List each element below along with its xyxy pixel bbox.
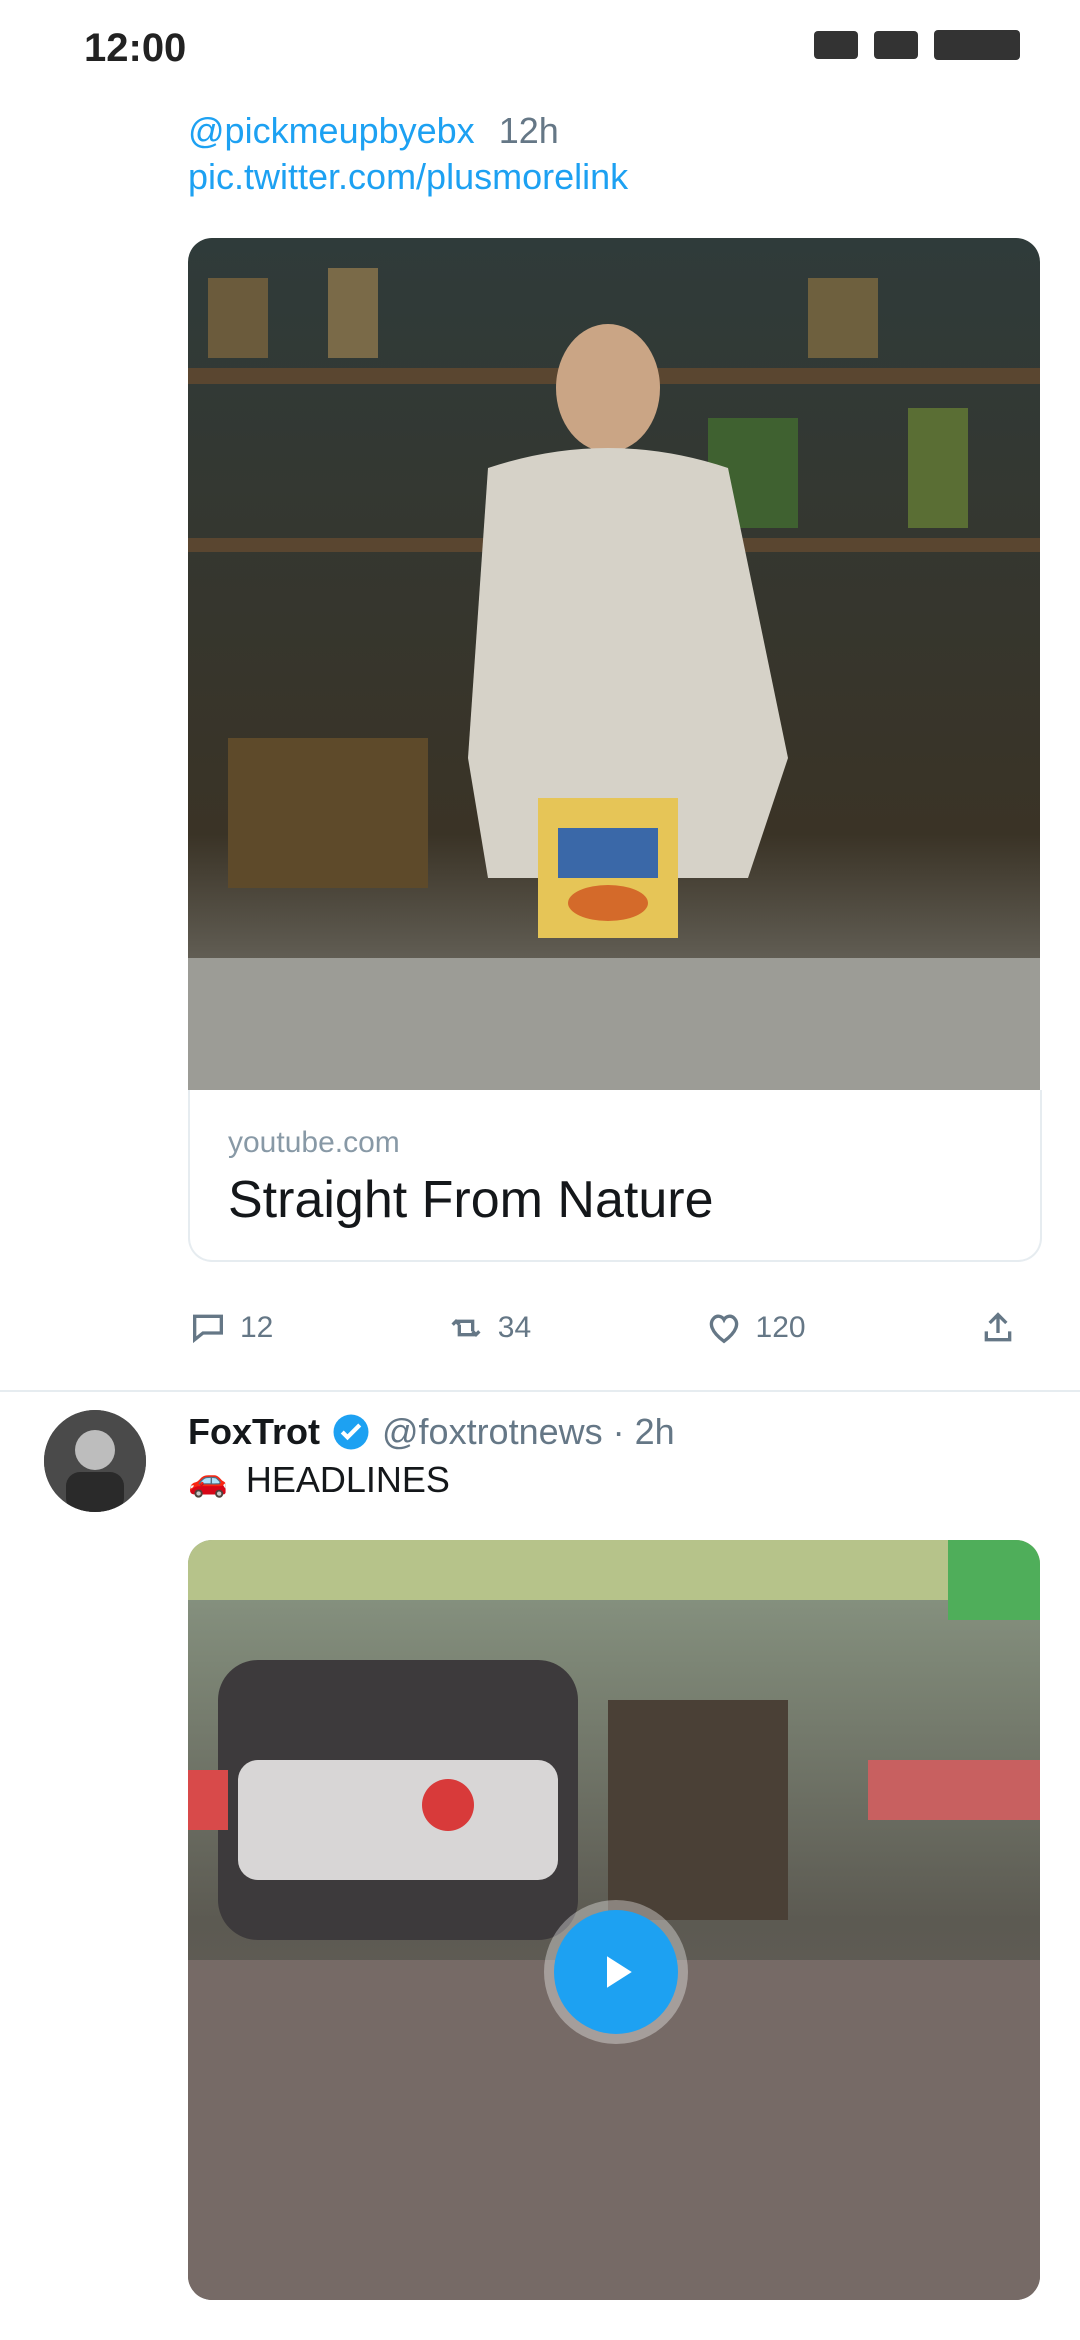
retweet-button[interactable]: 34 xyxy=(446,1308,531,1348)
card-title: Straight From Nature xyxy=(228,1171,714,1229)
tweet1-actions: 12 34 120 xyxy=(188,1300,1018,1356)
tweet1-link-card[interactable]: youtube.com Straight From Nature xyxy=(188,1090,1042,1262)
like-count: 120 xyxy=(755,1311,806,1344)
tweet2-emoji: 🚗 xyxy=(188,1462,228,1498)
tweet1-handle[interactable]: @pickmeupbyebx xyxy=(188,110,475,151)
tweet1-time: 12h xyxy=(498,110,559,151)
tweet2-separator: · xyxy=(612,1411,625,1452)
reply-icon xyxy=(193,1314,223,1344)
tweet2-handle[interactable]: @foxtrotnews xyxy=(382,1408,603,1456)
tweet2-header: FoxTrot @foxtrotnews · 2h 🚗 HEADLINES xyxy=(188,1408,1048,1504)
tweet2-time: 2h xyxy=(634,1411,675,1452)
reply-count: 12 xyxy=(240,1311,274,1344)
tweet2-text: HEADLINES xyxy=(245,1459,450,1500)
tweet1-header: @pickmeupbyebx 12h pic.twitter.com/plusm… xyxy=(188,108,1048,200)
play-icon xyxy=(607,1956,632,1988)
chef-photo xyxy=(188,238,1040,1090)
wifi-icon xyxy=(874,31,918,59)
card-domain: youtube.com xyxy=(228,1126,400,1159)
battery-icon xyxy=(934,30,1020,60)
verified-icon xyxy=(333,1414,369,1450)
tweet2-name[interactable]: FoxTrot xyxy=(188,1408,320,1456)
reply-button[interactable]: 12 xyxy=(188,1308,273,1348)
tweet1-media[interactable] xyxy=(188,238,1040,1090)
share-button[interactable] xyxy=(978,1308,1018,1348)
tweet1-meta: @pickmeupbyebx 12h xyxy=(188,108,1048,154)
like-icon xyxy=(709,1314,738,1344)
avatar-image xyxy=(44,1410,146,1512)
tweet2-video[interactable] xyxy=(188,1540,1040,2300)
play-button[interactable] xyxy=(554,1910,678,2034)
tweet-divider xyxy=(0,1390,1080,1392)
retweet-count: 34 xyxy=(497,1311,532,1344)
signal-icon xyxy=(814,31,858,59)
tweet1-link[interactable]: pic.twitter.com/plusmorelink xyxy=(188,154,1048,200)
tweet2-body: 🚗 HEADLINES xyxy=(188,1456,1048,1504)
avatar[interactable] xyxy=(44,1410,146,1512)
share-icon xyxy=(984,1312,1012,1342)
retweet-icon xyxy=(451,1318,481,1338)
like-button[interactable]: 120 xyxy=(704,1308,806,1348)
status-icons xyxy=(814,30,1020,60)
status-bar: 12:00 xyxy=(0,0,1080,100)
tweet2-meta: FoxTrot @foxtrotnews · 2h xyxy=(188,1408,1048,1456)
status-time: 12:00 xyxy=(84,26,187,70)
